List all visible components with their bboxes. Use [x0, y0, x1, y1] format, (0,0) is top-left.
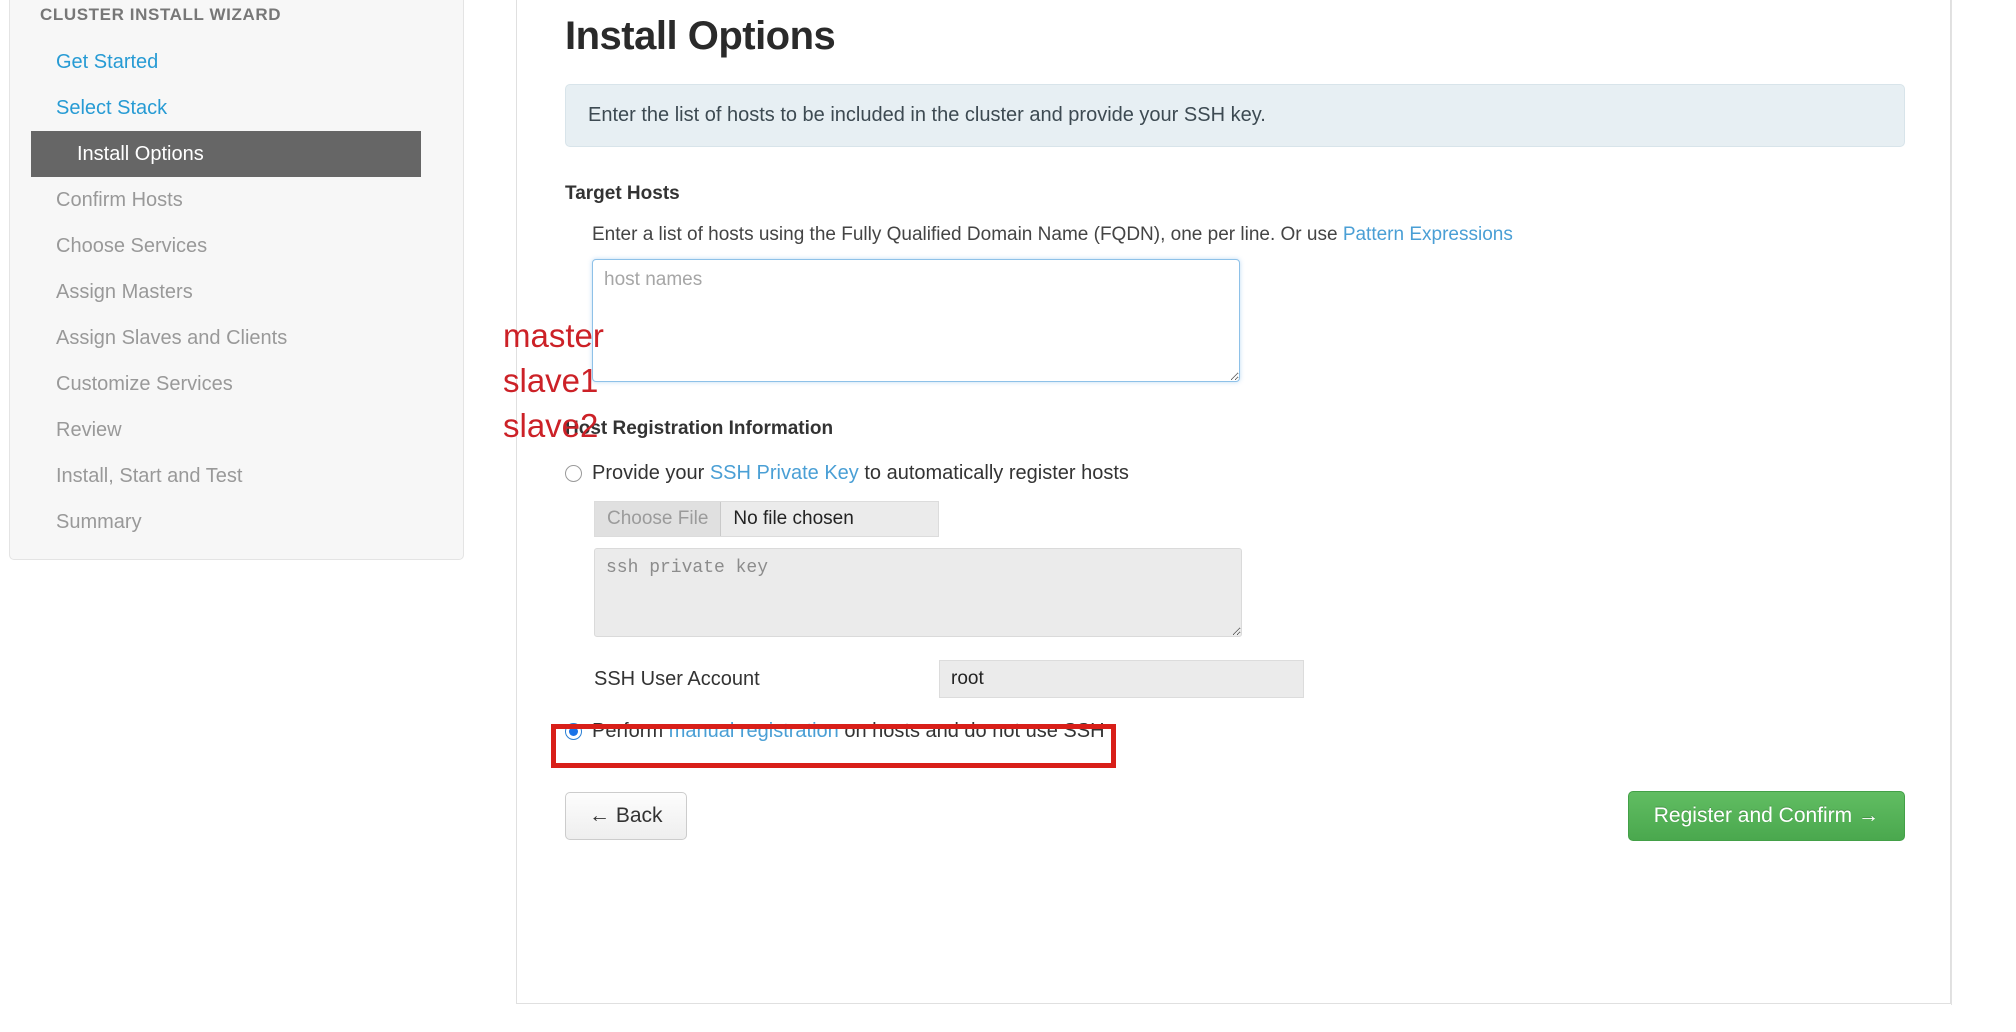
- info-banner: Enter the list of hosts to be included i…: [565, 84, 1905, 147]
- host-registration-heading: Host Registration Information: [565, 418, 834, 439]
- ssh-user-account-label: SSH User Account: [594, 667, 760, 690]
- ssh-option-suffix: to automatically register hosts: [858, 462, 1129, 484]
- target-hosts-help-prefix: Enter a list of hosts using the Fully Qu…: [592, 224, 1343, 245]
- manual-option-prefix: Perform: [592, 720, 669, 742]
- manual-option-suffix: on hosts and do not use SSH: [838, 720, 1105, 742]
- target-hosts-field-group: Enter a list of hosts using the Fully Qu…: [592, 224, 1902, 382]
- sidebar-item-confirm-hosts[interactable]: Confirm Hosts: [10, 177, 463, 223]
- file-chosen-status: No file chosen: [733, 508, 854, 529]
- page-title: Install Options: [565, 14, 836, 58]
- sidebar-step-list: Get Started Select Stack Install Options…: [10, 39, 463, 545]
- wizard-button-bar: ← Back Register and Confirm →: [565, 791, 1905, 841]
- target-hosts-heading: Target Hosts: [565, 183, 680, 204]
- sidebar-item-choose-services[interactable]: Choose Services: [10, 223, 463, 269]
- sidebar-item-assign-slaves-and-clients[interactable]: Assign Slaves and Clients: [10, 315, 463, 361]
- sidebar-item-install-options[interactable]: Install Options: [31, 131, 421, 177]
- manual-registration-radio-row[interactable]: Perform manual registration on hosts and…: [565, 720, 1902, 743]
- pattern-expressions-link[interactable]: Pattern Expressions: [1343, 224, 1513, 245]
- target-hosts-help-text: Enter a list of hosts using the Fully Qu…: [592, 224, 1902, 246]
- sidebar-item-review[interactable]: Review: [10, 407, 463, 453]
- install-options-page: CLUSTER INSTALL WIZARD Get Started Selec…: [0, 0, 2016, 1032]
- target-hosts-textarea[interactable]: [592, 259, 1240, 382]
- sidebar-item-assign-masters[interactable]: Assign Masters: [10, 269, 463, 315]
- sidebar-item-get-started[interactable]: Get Started: [10, 39, 463, 85]
- ssh-private-key-textarea[interactable]: [594, 548, 1242, 637]
- ssh-private-key-link[interactable]: SSH Private Key: [710, 462, 859, 484]
- choose-file-button[interactable]: Choose File: [595, 502, 722, 536]
- sidebar-item-install-start-and-test[interactable]: Install, Start and Test: [10, 453, 463, 499]
- ssh-private-key-radio-row[interactable]: Provide your SSH Private Key to automati…: [565, 462, 1902, 485]
- ssh-user-account-input[interactable]: [939, 660, 1304, 698]
- radio-selected-icon[interactable]: [565, 723, 582, 740]
- manual-registration-link[interactable]: manual registration: [669, 720, 839, 742]
- sidebar-item-select-stack[interactable]: Select Stack: [10, 85, 463, 131]
- ssh-key-file-chooser[interactable]: Choose File No file chosen: [594, 501, 939, 537]
- radio-unselected-icon[interactable]: [565, 465, 582, 482]
- sidebar-item-summary[interactable]: Summary: [10, 499, 463, 545]
- ssh-private-key-label: Provide your SSH Private Key to automati…: [592, 462, 1129, 485]
- sidebar-item-customize-services[interactable]: Customize Services: [10, 361, 463, 407]
- cluster-install-wizard-sidebar: CLUSTER INSTALL WIZARD Get Started Selec…: [9, 0, 464, 560]
- manual-registration-label: Perform manual registration on hosts and…: [592, 720, 1105, 743]
- main-content-panel: Install Options Enter the list of hosts …: [516, 0, 1951, 1004]
- manual-registration-wrapper: Perform manual registration on hosts and…: [551, 720, 1902, 768]
- ssh-option-prefix: Provide your: [592, 462, 710, 484]
- back-button[interactable]: ← Back: [565, 792, 687, 840]
- right-divider: [1951, 0, 1952, 1005]
- register-and-confirm-button[interactable]: Register and Confirm →: [1627, 791, 1905, 841]
- sidebar-title: CLUSTER INSTALL WIZARD: [40, 5, 282, 24]
- ssh-user-account-row: SSH User Account: [594, 660, 1902, 698]
